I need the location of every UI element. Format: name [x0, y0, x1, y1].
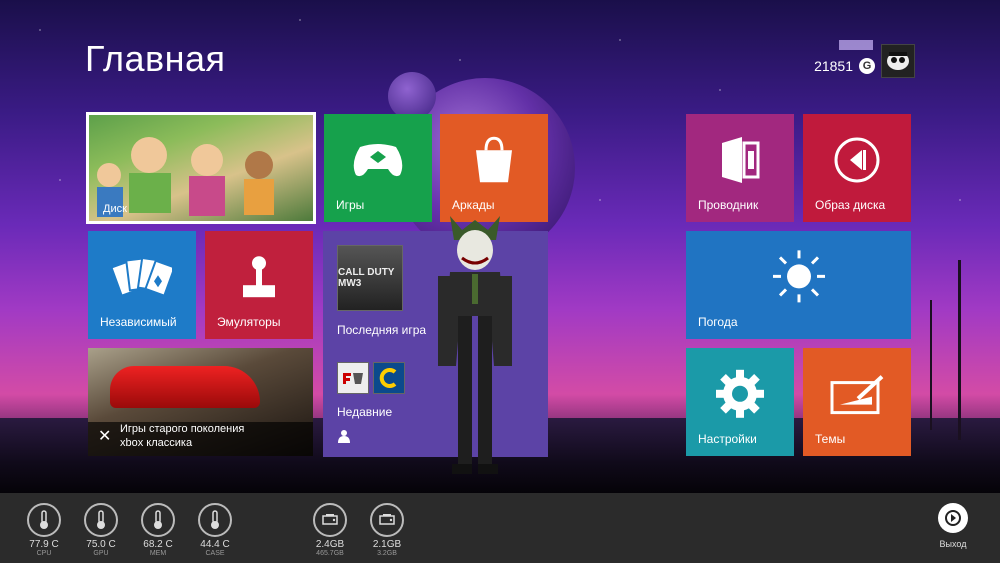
explorer-icon	[718, 135, 762, 190]
hdd2-capacity: 3.2GB	[377, 550, 397, 557]
tile-label: Образ диска	[815, 198, 886, 212]
legacy-line2: xbox классика	[120, 437, 193, 449]
cpu-temp-value: 77.9 C	[29, 539, 59, 550]
person-icon	[337, 429, 351, 448]
status-bar: 77.9 C CPU 75.0 C GPU 68.2 C MEM 44.4 C …	[0, 493, 1000, 563]
tile-label: Погода	[698, 315, 738, 329]
legacy-caption-bar: ✕ Игры старого поколения xbox классика	[88, 422, 313, 456]
exit-label: Выход	[939, 539, 967, 549]
tile-label: Недавние	[337, 405, 393, 419]
exit-icon	[938, 503, 968, 533]
legacy-caption: Игры старого поколения xbox классика	[120, 422, 244, 450]
tile-settings[interactable]: Настройки	[686, 348, 794, 456]
xbox-logo-icon: ✕	[98, 428, 112, 445]
avatar[interactable]	[881, 44, 915, 78]
tile-weather[interactable]: Погода	[686, 231, 911, 339]
gamerscore: 21851	[814, 58, 853, 74]
tile-legacy-games[interactable]: ✕ Игры старого поколения xbox классика	[88, 348, 313, 456]
profile-area[interactable]: 21851 G	[814, 40, 915, 78]
mem-temp: 68.2 C MEM	[138, 503, 178, 557]
gamertag-redacted	[839, 40, 873, 50]
case-label: CASE	[205, 550, 225, 557]
cpu-temp: 77.9 C CPU	[24, 503, 64, 557]
hdd2-value: 2.1GB	[372, 539, 402, 550]
tile-disk[interactable]: Диск	[86, 112, 316, 224]
hdd1-value: 2.4GB	[315, 539, 345, 550]
case-temp: 44.4 C CASE	[195, 503, 235, 557]
gear-icon	[714, 368, 766, 425]
thermometer-icon	[84, 503, 118, 537]
hdd1-usage: 2.4GB 465.7GB	[310, 503, 350, 557]
tile-arcade[interactable]: Аркады	[440, 114, 548, 222]
gpu-temp-value: 75.0 C	[86, 539, 116, 550]
hard-drive-icon	[313, 503, 347, 537]
tile-themes[interactable]: Темы	[803, 348, 911, 456]
tile-label: Аркады	[452, 198, 495, 212]
tile-label: Диск	[103, 203, 127, 215]
tile-label: Эмуляторы	[217, 315, 281, 329]
mem-temp-value: 68.2 C	[143, 539, 173, 550]
hdd1-capacity: 465.7GB	[316, 550, 344, 557]
tile-label: Независимый	[100, 315, 177, 329]
hdd2-usage: 2.1GB 3.2GB	[367, 503, 407, 557]
tile-label: Темы	[815, 432, 846, 446]
thermometer-icon	[27, 503, 61, 537]
cpu-label: CPU	[36, 550, 52, 557]
sun-icon	[771, 248, 827, 309]
background-mast	[958, 260, 961, 440]
shopping-bag-icon	[472, 136, 516, 189]
legacy-line1: Игры старого поколения	[120, 423, 245, 435]
hard-drive-icon	[370, 503, 404, 537]
thermometer-icon	[141, 503, 175, 537]
exit-button[interactable]: Выход	[936, 503, 970, 549]
tile-label: Проводник	[698, 198, 759, 212]
tile-indie[interactable]: Независимый	[88, 231, 196, 339]
tile-label: Игры	[336, 198, 365, 212]
last-game-cover: CALL DUTY MW3	[337, 245, 403, 311]
tile-label: Настройки	[698, 432, 757, 446]
controller-icon	[350, 141, 406, 186]
background-moon	[388, 72, 436, 120]
mem-label: MEM	[149, 550, 167, 557]
recent-game-icon[interactable]	[373, 362, 405, 394]
brush-canvas-icon	[828, 373, 886, 422]
cards-icon	[110, 253, 176, 306]
gpu-label: GPU	[93, 550, 109, 557]
tile-explorer[interactable]: Проводник	[686, 114, 794, 222]
background-mast	[930, 300, 932, 430]
page-title: Главная	[85, 38, 226, 79]
car-image	[110, 366, 260, 408]
joystick-icon	[239, 253, 279, 306]
disc-play-icon	[832, 135, 882, 190]
gpu-temp: 75.0 C GPU	[81, 503, 121, 557]
avatar-figure	[438, 216, 512, 474]
gamerscore-icon: G	[859, 58, 875, 74]
recent-game-icon[interactable]	[337, 362, 369, 394]
tile-label: Последняя игра	[337, 323, 427, 337]
tile-disc-image[interactable]: Образ диска	[803, 114, 911, 222]
tile-games[interactable]: Игры	[324, 114, 432, 222]
case-temp-value: 44.4 C	[200, 539, 230, 550]
tile-emulators[interactable]: Эмуляторы	[205, 231, 313, 339]
thermometer-icon	[198, 503, 232, 537]
